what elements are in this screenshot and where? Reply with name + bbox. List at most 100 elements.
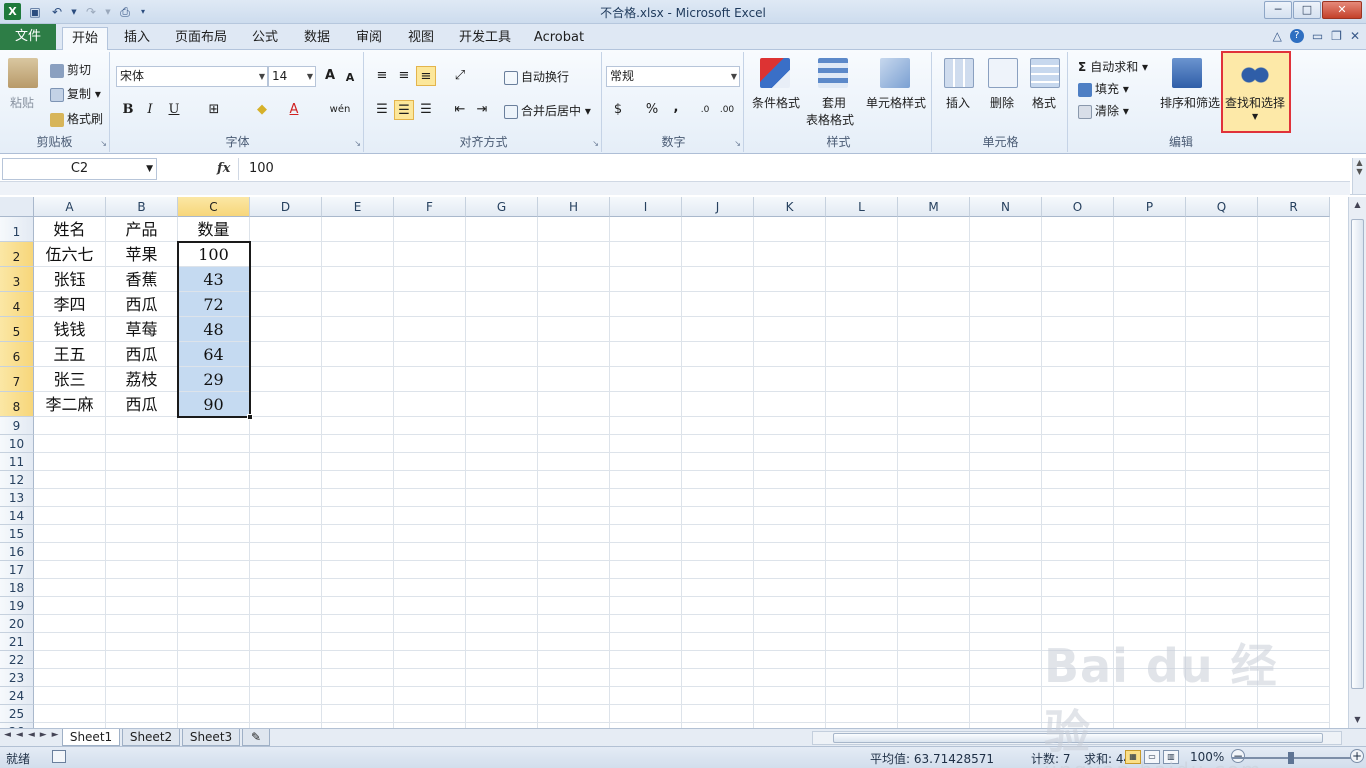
find-select-button[interactable]: 查找和选择 [1225, 94, 1285, 111]
cell-o24[interactable] [1042, 687, 1114, 705]
zoom-slider-knob[interactable] [1288, 752, 1294, 764]
cell-k24[interactable] [754, 687, 826, 705]
cell-r5[interactable] [1258, 317, 1330, 342]
cell-r11[interactable] [1258, 453, 1330, 471]
cell-o17[interactable] [1042, 561, 1114, 579]
cell-a6[interactable]: 王五 [34, 342, 106, 367]
cell-a8[interactable]: 李二麻 [34, 392, 106, 417]
cell-i9[interactable] [610, 417, 682, 435]
macro-record-icon[interactable] [52, 750, 66, 763]
cell-r3[interactable] [1258, 267, 1330, 292]
cell-q19[interactable] [1186, 597, 1258, 615]
cell-h11[interactable] [538, 453, 610, 471]
cell-b16[interactable] [106, 543, 178, 561]
cell-r22[interactable] [1258, 651, 1330, 669]
cell-a17[interactable] [34, 561, 106, 579]
cell-e23[interactable] [322, 669, 394, 687]
format-cells-button[interactable]: 格式 [1032, 94, 1056, 111]
tab-file[interactable]: 文件 [0, 24, 56, 50]
cell-p17[interactable] [1114, 561, 1186, 579]
tab-view[interactable]: 视图 [398, 27, 444, 50]
cell-d5[interactable] [250, 317, 322, 342]
cell-m10[interactable] [898, 435, 970, 453]
cell-q16[interactable] [1186, 543, 1258, 561]
cell-b9[interactable] [106, 417, 178, 435]
cell-d20[interactable] [250, 615, 322, 633]
cell-c14[interactable] [178, 507, 250, 525]
align-right-icon[interactable]: ☰ [416, 100, 436, 120]
cell-f5[interactable] [394, 317, 466, 342]
cell-q8[interactable] [1186, 392, 1258, 417]
increase-decimal-icon[interactable]: .0 [694, 100, 716, 120]
cell-a5[interactable]: 钱钱 [34, 317, 106, 342]
cell-d23[interactable] [250, 669, 322, 687]
cell-m25[interactable] [898, 705, 970, 723]
cell-l15[interactable] [826, 525, 898, 543]
cell-d4[interactable] [250, 292, 322, 317]
cell-r9[interactable] [1258, 417, 1330, 435]
row-header-24[interactable]: 24 [0, 687, 34, 705]
cell-h17[interactable] [538, 561, 610, 579]
cell-i19[interactable] [610, 597, 682, 615]
cell-j9[interactable] [682, 417, 754, 435]
cell-c1[interactable]: 数量 [178, 217, 250, 242]
delete-cells-icon[interactable] [988, 58, 1018, 88]
cell-g14[interactable] [466, 507, 538, 525]
cell-a22[interactable] [34, 651, 106, 669]
cell-n2[interactable] [970, 242, 1042, 267]
font-size-combo[interactable]: 14 ▼ [268, 66, 316, 87]
cell-l11[interactable] [826, 453, 898, 471]
cell-f7[interactable] [394, 367, 466, 392]
cell-b17[interactable] [106, 561, 178, 579]
paste-button[interactable]: 粘贴 [10, 94, 34, 111]
cell-g18[interactable] [466, 579, 538, 597]
cell-m20[interactable] [898, 615, 970, 633]
cell-r20[interactable] [1258, 615, 1330, 633]
cell-r12[interactable] [1258, 471, 1330, 489]
cell-g10[interactable] [466, 435, 538, 453]
cell-j10[interactable] [682, 435, 754, 453]
number-launcher-icon[interactable]: ↘ [734, 139, 741, 148]
font-name-combo[interactable]: 宋体 ▼ [116, 66, 268, 87]
cell-f24[interactable] [394, 687, 466, 705]
cell-d2[interactable] [250, 242, 322, 267]
cell-b2[interactable]: 苹果 [106, 242, 178, 267]
cell-c4[interactable]: 72 [178, 292, 250, 317]
cell-k5[interactable] [754, 317, 826, 342]
cell-c20[interactable] [178, 615, 250, 633]
cell-c22[interactable] [178, 651, 250, 669]
cell-i24[interactable] [610, 687, 682, 705]
cell-j22[interactable] [682, 651, 754, 669]
cell-f1[interactable] [394, 217, 466, 242]
cell-k14[interactable] [754, 507, 826, 525]
cell-e17[interactable] [322, 561, 394, 579]
cell-f4[interactable] [394, 292, 466, 317]
cell-n10[interactable] [970, 435, 1042, 453]
column-header-k[interactable]: K [754, 197, 826, 217]
sort-filter-icon[interactable] [1172, 58, 1202, 88]
cell-e19[interactable] [322, 597, 394, 615]
cell-a16[interactable] [34, 543, 106, 561]
fill-color-icon[interactable]: ◆ [252, 100, 272, 120]
cell-j1[interactable] [682, 217, 754, 242]
cell-a3[interactable]: 张钰 [34, 267, 106, 292]
cell-e22[interactable] [322, 651, 394, 669]
row-header-23[interactable]: 23 [0, 669, 34, 687]
cell-b7[interactable]: 荔枝 [106, 367, 178, 392]
cell-g3[interactable] [466, 267, 538, 292]
cell-o19[interactable] [1042, 597, 1114, 615]
vertical-scroll-thumb[interactable] [1351, 219, 1364, 689]
cell-d11[interactable] [250, 453, 322, 471]
bold-button[interactable]: B [118, 100, 138, 120]
cell-a19[interactable] [34, 597, 106, 615]
cell-m18[interactable] [898, 579, 970, 597]
cell-c11[interactable] [178, 453, 250, 471]
cell-l23[interactable] [826, 669, 898, 687]
cell-m5[interactable] [898, 317, 970, 342]
cell-n24[interactable] [970, 687, 1042, 705]
cell-p16[interactable] [1114, 543, 1186, 561]
underline-button[interactable]: U [164, 100, 184, 120]
row-header-3[interactable]: 3 [0, 267, 34, 292]
cell-a9[interactable] [34, 417, 106, 435]
cell-o1[interactable] [1042, 217, 1114, 242]
